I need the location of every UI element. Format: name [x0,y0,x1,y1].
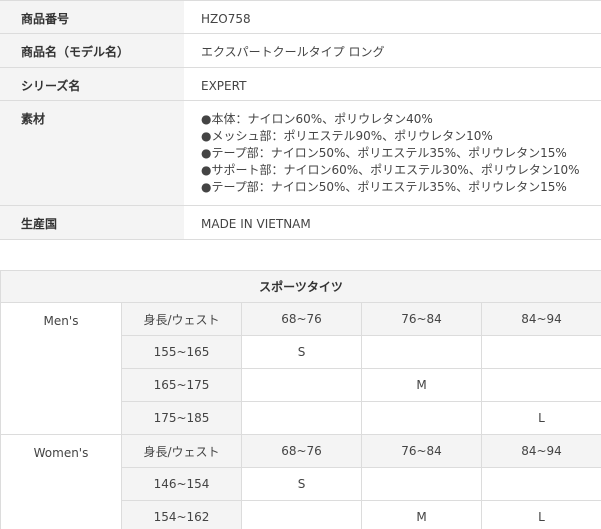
size-cell: S [241,467,362,501]
spec-label: 商品番号 [0,0,184,34]
size-cell [481,335,601,369]
waist-col-header: 76~84 [361,302,482,336]
material-line: ●テープ部：ナイロン50%、ポリエステル35%、ポリウレタン15% [201,146,567,160]
size-cell [241,368,362,402]
size-cell [241,500,362,529]
spec-value: MADE IN VIETNAM [184,205,601,240]
height-range: 175~185 [121,401,242,435]
size-cell: M [361,368,482,402]
spec-row-country: 生産国 MADE IN VIETNAM [0,205,601,240]
waist-col-header: 84~94 [481,434,601,468]
size-cell [481,368,601,402]
spec-label: 素材 [0,100,184,206]
size-cell: S [241,335,362,369]
spec-label: 商品名（モデル名） [0,33,184,68]
spec-row-product-name: 商品名（モデル名） エクスパートクールタイプ ロング [0,33,601,68]
height-range: 146~154 [121,467,242,501]
group-label-womens: Women's [0,434,122,529]
material-line: ●メッシュ部：ポリエステル90%、ポリウレタン10% [201,129,493,143]
size-cell [361,335,482,369]
height-range: 155~165 [121,335,242,369]
height-waist-header: 身長/ウェスト [121,302,242,336]
spec-row-product-number: 商品番号 HZO758 [0,0,601,34]
waist-col-header: 68~76 [241,434,362,468]
size-cell [361,401,482,435]
height-range: 154~162 [121,500,242,529]
spec-label: 生産国 [0,205,184,240]
size-chart-title: スポーツタイツ [0,270,601,303]
size-cell [241,401,362,435]
spec-value-material: ●本体：ナイロン60%、ポリウレタン40% ●メッシュ部：ポリエステル90%、ポ… [184,100,601,206]
material-line: ●サポート部：ナイロン60%、ポリエステル30%、ポリウレタン10% [201,163,580,177]
spec-value: エクスパートクールタイプ ロング [184,33,601,68]
group-label-mens: Men's [0,302,122,435]
size-cell [361,467,482,501]
spec-label: シリーズ名 [0,67,184,101]
mens-header-row: Men's 身長/ウェスト 68~76 76~84 84~94 [0,302,601,435]
size-chart-table: スポーツタイツ Men's 身長/ウェスト 68~76 76~84 84~94 … [0,270,601,529]
womens-header-row: Women's 身長/ウェスト 68~76 76~84 84~94 [0,434,601,529]
spec-value: HZO758 [184,0,601,34]
height-range: 165~175 [121,368,242,402]
size-cell: M [361,500,482,529]
spec-row-material: 素材 ●本体：ナイロン60%、ポリウレタン40% ●メッシュ部：ポリエステル90… [0,100,601,206]
spec-row-series: シリーズ名 EXPERT [0,67,601,101]
material-line: ●テープ部：ナイロン50%、ポリエステル35%、ポリウレタン15% [201,180,567,194]
spec-value: EXPERT [184,67,601,101]
size-cell: L [481,500,601,529]
size-cell [481,467,601,501]
height-waist-header: 身長/ウェスト [121,434,242,468]
size-cell: L [481,401,601,435]
waist-col-header: 68~76 [241,302,362,336]
waist-col-header: 84~94 [481,302,601,336]
material-line: ●本体：ナイロン60%、ポリウレタン40% [201,112,433,126]
waist-col-header: 76~84 [361,434,482,468]
size-chart-title-row: スポーツタイツ [0,270,601,303]
product-spec-table: 商品番号 HZO758 商品名（モデル名） エクスパートクールタイプ ロング シ… [0,0,601,240]
